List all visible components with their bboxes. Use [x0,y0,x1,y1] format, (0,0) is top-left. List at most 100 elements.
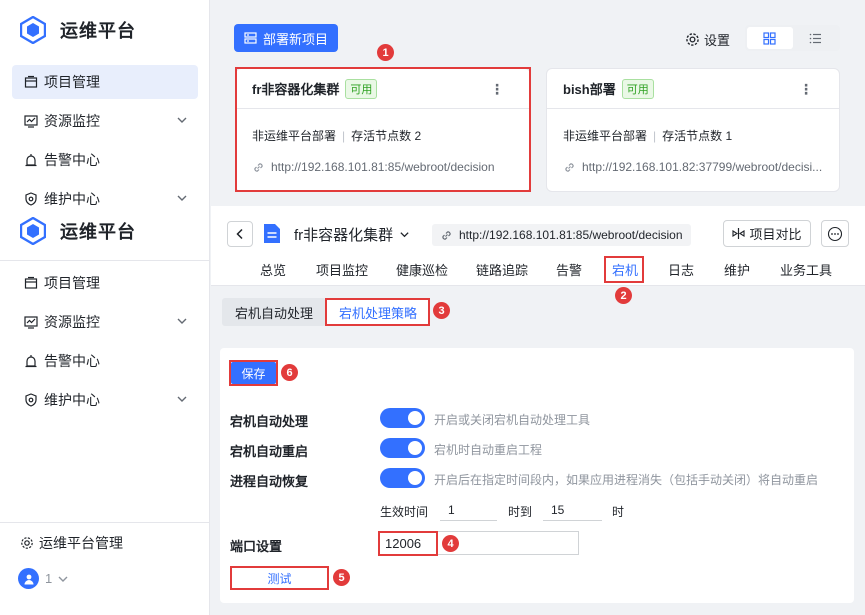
list-icon [809,33,821,43]
project-card[interactable]: fr非容器化集群 可用 ⋮ 非运维平台部署 | 存活节点数 2 http://192… [235,68,531,192]
tab-business-tools[interactable]: 业务工具 [780,260,832,279]
sidebar: 运维平台 项目管理 资源监控 告警中心 维护中心 运维平台 项目管理 资源监控 … [0,0,210,615]
node-count: 存活节点数 2 [351,129,422,143]
sidebar-item-resource-monitor[interactable]: 资源监控 [12,104,198,138]
sidebar-divider [0,522,210,523]
project-meta: 非运维平台部署 | 存活节点数 2 [252,129,422,143]
sidebar-item-label: 告警中心 [44,353,100,369]
port-input[interactable] [378,531,579,555]
sidebar-item-label: 维护中心 [44,392,100,408]
port-label: 端口设置 [230,539,283,554]
tab-alarm[interactable]: 告警 [556,260,582,279]
more-button[interactable] [821,220,849,247]
auto-handling-toggle[interactable] [380,408,425,428]
sidebar-item-maintain-center[interactable]: 维护中心 [12,182,198,216]
sidebar-item-label: 维护中心 [44,191,100,207]
project-selector[interactable]: fr非容器化集群 [294,224,410,245]
project-icon [24,276,38,290]
more-horizontal-icon [827,226,843,241]
chevron-down-icon [177,318,187,324]
tab-log[interactable]: 日志 [668,260,694,279]
process-recovery-label: 进程自动恢复 [230,474,309,489]
project-url-text: http://192.168.101.81:85/webroot/decisio… [459,228,683,242]
auto-restart-label: 宕机自动重启 [230,444,309,459]
tab-downtime[interactable]: 宕机 [612,260,638,279]
status-badge: 可用 [345,78,378,99]
platform-admin-link[interactable]: 运维平台管理 [20,533,123,553]
sidebar-item-project-management[interactable]: 项目管理 [12,65,198,99]
to-label: 时到 [508,505,533,519]
test-button[interactable]: 测试 [231,567,328,589]
end-hour-input[interactable] [543,499,602,521]
project-name: bish部署 [563,82,616,97]
deploy-type: 非运维平台部署 [563,129,648,143]
sidebar-item-maintain-center[interactable]: 维护中心 [12,383,198,417]
deploy-new-project-button[interactable]: 部署新项目 [234,24,338,52]
alarm-icon [24,153,38,167]
sidebar-item-label: 告警中心 [44,152,100,168]
project-url-pill[interactable]: http://192.168.101.81:85/webroot/decisio… [432,224,691,246]
list-view-button[interactable] [793,27,839,49]
avatar [18,568,39,589]
brand: 运维平台 [20,15,136,45]
project-compare-button[interactable]: 项目对比 [723,220,811,247]
more-vertical-icon[interactable]: ⋮ [799,81,813,98]
sidebar-item-label: 资源监控 [44,113,100,129]
logo-cube-icon [20,16,46,44]
settings-button[interactable]: 设置 [685,30,730,49]
annotation-marker: 3 [433,302,450,319]
platform-admin-label: 运维平台管理 [39,535,123,551]
document-icon [264,224,280,243]
project-url-text: http://192.168.101.82:37799/webroot/deci… [582,160,823,174]
status-badge: 可用 [621,78,654,99]
tab-trace[interactable]: 链路追踪 [476,260,528,279]
project-card[interactable]: bish部署 可用 ⋮ 非运维平台部署 | 存活节点数 1 http://192.1… [546,68,840,192]
subtab-handling-policy[interactable]: 宕机处理策略 [326,298,430,326]
tab-health-check[interactable]: 健康巡检 [396,260,448,279]
tab-maintain[interactable]: 维护 [724,260,750,279]
start-hour-input[interactable] [440,499,497,521]
more-vertical-icon[interactable]: ⋮ [490,81,504,98]
link-icon [565,162,574,172]
back-button[interactable] [227,221,253,247]
annotation-marker: 6 [281,364,298,381]
project-title: fr非容器化集群 [294,227,394,244]
sidebar-item-project-management[interactable]: 项目管理 [12,266,198,300]
sidebar-item-alarm-center[interactable]: 告警中心 [12,143,198,177]
brand: 运维平台 [20,216,136,246]
sidebar-item-resource-monitor[interactable]: 资源监控 [12,305,198,339]
maintain-icon [24,393,38,407]
tab-overview[interactable]: 总览 [260,260,286,279]
settings-label: 设置 [704,33,731,48]
save-button[interactable]: 保存 [231,362,276,384]
chevron-down-icon [58,576,68,582]
subtab-auto-handling[interactable]: 宕机自动处理 [222,298,326,326]
chevron-down-icon [177,117,187,123]
project-card-header: fr非容器化集群 可用 [236,69,530,109]
monitor-icon [24,315,38,329]
chevron-down-icon [400,232,409,238]
process-recovery-toggle[interactable] [380,468,425,488]
auto-restart-toggle[interactable] [380,438,425,458]
gear-icon [21,537,33,549]
annotation-marker: 2 [615,287,632,304]
chevron-down-icon [177,396,187,402]
user-name: 1 [45,571,53,586]
chevron-down-icon [177,195,187,201]
project-url-text: http://192.168.101.81:85/webroot/decisio… [271,160,495,174]
tab-project-monitor[interactable]: 项目监控 [316,260,368,279]
sidebar-item-alarm-center[interactable]: 告警中心 [12,344,198,378]
deploy-type: 非运维平台部署 [252,129,337,143]
grid-view-button[interactable] [747,27,793,49]
gear-icon [686,33,699,46]
process-recovery-hint: 开启后在指定时间段内，如果应用进程消失（包括手动关闭）将自动重启 [434,473,819,487]
project-url[interactable]: http://192.168.101.82:37799/webroot/deci… [563,160,833,174]
sidebar-item-label: 资源监控 [44,314,100,330]
project-url[interactable]: http://192.168.101.81:85/webroot/decisio… [252,160,522,174]
compare-icon [732,228,746,239]
alarm-icon [24,354,38,368]
view-toggle [745,25,840,51]
chevron-left-icon [236,228,243,240]
node-count: 存活节点数 1 [662,129,733,143]
user-menu[interactable]: 1 [18,568,69,589]
